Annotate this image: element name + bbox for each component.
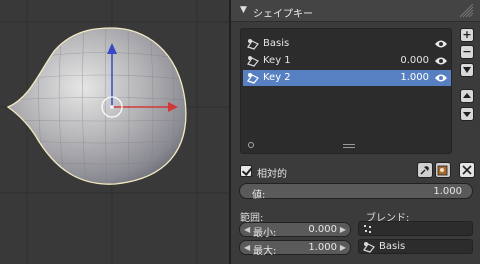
list-item-key-2[interactable]: Key 2 1.000	[243, 70, 451, 86]
max-value: 1.000	[308, 242, 337, 253]
shape-key-icon	[247, 73, 259, 84]
key-value[interactable]: 1.000	[400, 72, 429, 83]
list-item-basis[interactable]: Basis	[243, 36, 451, 52]
edit-mode-button[interactable]	[435, 162, 451, 178]
increment-icon[interactable]: ▶	[340, 225, 346, 234]
shape-keys-panel: ▼ シェイプキー Basis Key 1 0.000 Key 2 1.000 +…	[231, 0, 480, 264]
viewport-canvas[interactable]	[0, 0, 229, 264]
remove-shape-key-button[interactable]: −	[460, 45, 474, 59]
teardrop-mesh[interactable]	[5, 27, 190, 190]
key-name: Basis	[263, 38, 290, 49]
key-name: Key 2	[263, 72, 291, 83]
relative-label[interactable]: 相対的	[257, 165, 287, 180]
value-slider[interactable]: 値: 1.000	[239, 183, 473, 201]
min-label: 最小:	[253, 228, 277, 239]
list-resize-grip[interactable]	[343, 144, 355, 148]
drag-grip-icon[interactable]	[460, 4, 474, 18]
min-value: 0.000	[308, 224, 337, 235]
pivot-dot	[110, 105, 114, 109]
value-label: 値:	[252, 190, 266, 201]
decrement-icon[interactable]: ◀	[244, 225, 250, 234]
filter-toggle-icon[interactable]	[248, 142, 254, 148]
relative-key-name: Basis	[379, 241, 406, 252]
close-x-icon	[462, 165, 472, 175]
increment-icon[interactable]: ▶	[340, 243, 346, 252]
shape-key-icon	[247, 56, 259, 67]
pin-icon	[420, 166, 429, 175]
move-down-button[interactable]	[460, 107, 474, 121]
key-value[interactable]: 0.000	[400, 55, 429, 66]
triangle-down-icon[interactable]: ▼	[240, 5, 247, 15]
relative-key-field[interactable]: Basis	[358, 239, 473, 254]
eye-icon[interactable]	[435, 73, 447, 83]
edit-mode-icon	[437, 165, 448, 176]
clear-shape-key-button[interactable]	[459, 162, 475, 178]
chevron-down-icon	[463, 67, 471, 73]
add-shape-key-button[interactable]: +	[460, 28, 474, 42]
relative-checkbox[interactable]	[240, 165, 252, 177]
triangle-up-icon	[463, 93, 471, 98]
min-field[interactable]: ◀ 最小: 0.000 ▶	[239, 222, 351, 239]
move-up-button[interactable]	[460, 89, 474, 103]
panel-header[interactable]: ▼ シェイプキー	[231, 0, 480, 22]
key-name: Key 1	[263, 55, 291, 66]
eye-icon[interactable]	[435, 39, 447, 49]
specials-menu-button[interactable]	[460, 63, 474, 77]
vertex-group-field[interactable]	[358, 221, 473, 236]
value-number: 1.000	[433, 186, 462, 197]
triangle-down-icon	[463, 112, 471, 117]
pin-button[interactable]	[417, 162, 433, 178]
panel-title: シェイプキー	[253, 9, 313, 20]
max-field[interactable]: ◀ 最大: 1.000 ▶	[239, 240, 351, 257]
shape-key-icon	[247, 39, 259, 50]
eye-icon[interactable]	[435, 56, 447, 66]
vertex-group-icon	[364, 225, 371, 233]
decrement-icon[interactable]: ◀	[244, 243, 250, 252]
shape-key-icon	[363, 242, 375, 253]
max-label: 最大:	[253, 246, 277, 257]
list-item-key-1[interactable]: Key 1 0.000	[243, 53, 451, 69]
3d-viewport[interactable]	[0, 0, 229, 264]
shape-key-list[interactable]: Basis Key 1 0.000 Key 2 1.000	[240, 28, 452, 154]
